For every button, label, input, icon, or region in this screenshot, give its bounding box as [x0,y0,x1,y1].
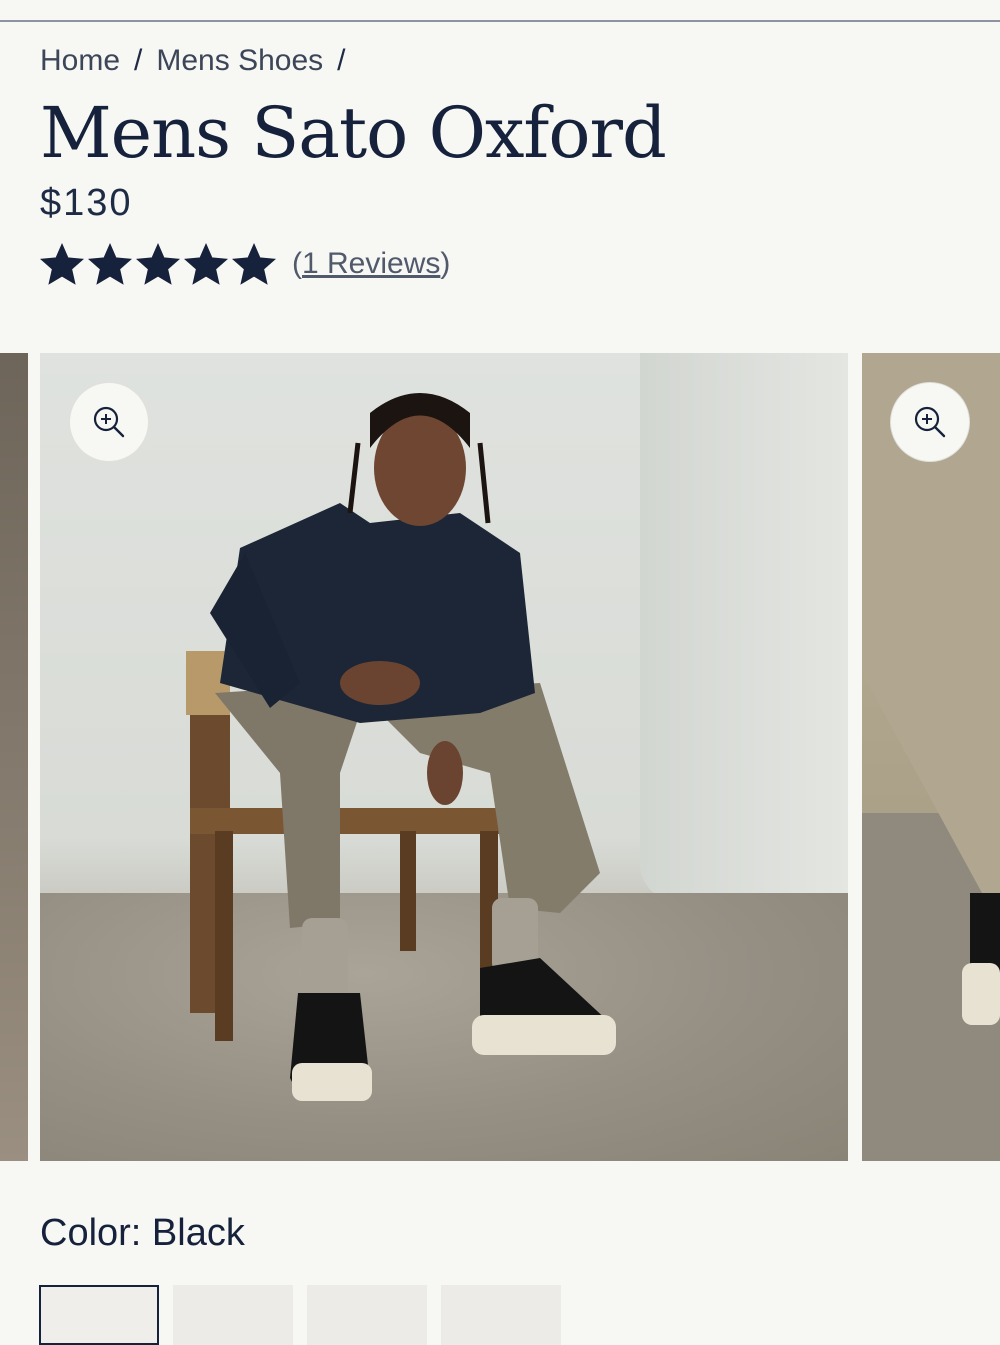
color-label: Color: Black [40,1212,245,1254]
header-divider [0,20,1000,22]
breadcrumb-separator: / [134,44,143,77]
breadcrumb: Home / Mens Shoes / [40,44,345,78]
star-rating [40,242,276,286]
star-icon [136,243,180,285]
color-swatch[interactable] [173,1285,293,1345]
product-rating: (1 Reviews) [40,242,450,286]
reviews-link-wrapper: (1 Reviews) [292,247,450,281]
color-swatch[interactable] [307,1285,427,1345]
breadcrumb-separator: / [337,44,346,77]
star-icon [88,243,132,285]
color-swatch-list [39,1285,561,1345]
zoom-button[interactable] [891,383,969,461]
product-image-gallery[interactable] [0,353,1000,1161]
breadcrumb-mens-shoes-link[interactable]: Mens Shoes [156,44,323,78]
color-swatch[interactable] [39,1285,159,1345]
star-icon [40,243,84,285]
breadcrumb-home-link[interactable]: Home [40,44,120,78]
star-icon [184,243,228,285]
product-title: Mens Sato Oxford [40,92,667,174]
star-icon [232,243,276,285]
reviews-paren-open: ( [292,247,302,280]
model-seated-illustration [186,393,616,1101]
color-swatch[interactable] [441,1285,561,1345]
next-image-illustration [862,353,1000,1161]
zoom-in-icon [914,406,946,438]
next-image-partial[interactable] [862,353,1000,1161]
reviews-link[interactable]: 1 Reviews [302,247,440,280]
product-price: $130 [40,182,133,224]
zoom-in-icon [93,406,125,438]
reviews-paren-close: ) [440,247,451,280]
previous-image-partial[interactable] [0,353,28,1161]
main-product-image[interactable] [40,353,848,1161]
zoom-button[interactable] [70,383,148,461]
